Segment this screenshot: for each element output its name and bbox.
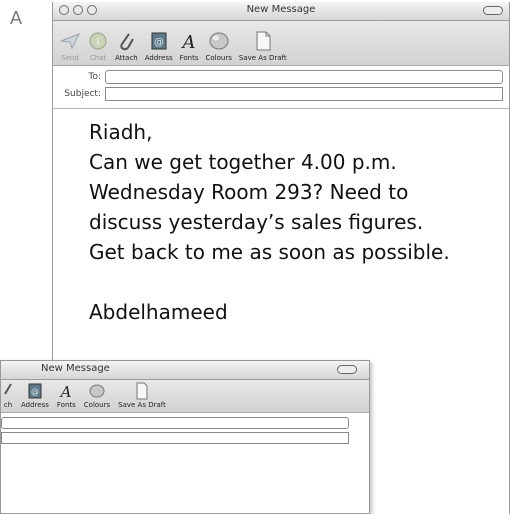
back-header-fields xyxy=(1,413,369,444)
back-colours-label: Colours xyxy=(83,401,111,409)
figure-label: A xyxy=(10,8,23,28)
to-label: To: xyxy=(88,72,101,82)
toolbar: Send i Chat Attach @ Address A Fonts Col… xyxy=(53,21,509,66)
body-line: Can we get together 4.00 p.m. xyxy=(89,150,397,174)
save-as-draft-button[interactable]: Save As Draft xyxy=(237,29,289,65)
subject-field[interactable] xyxy=(105,87,503,101)
back-to-field[interactable] xyxy=(1,417,349,429)
back-message-window: New Message ch @ Address A Fonts Colours… xyxy=(0,360,370,514)
back-toolbar-toggle-button[interactable] xyxy=(337,365,357,374)
address-book-icon: @ xyxy=(151,32,167,50)
back-save-as-draft-button[interactable]: Save As Draft xyxy=(116,382,168,412)
header-fields: To: Subject: xyxy=(53,66,509,106)
chat-label: Chat xyxy=(89,54,107,62)
signature-line: Abdelhameed xyxy=(89,300,228,324)
back-attach-label: ch xyxy=(3,401,13,409)
send-icon xyxy=(60,33,81,50)
svg-text:@: @ xyxy=(154,37,164,48)
back-address-button[interactable]: @ Address xyxy=(19,382,51,412)
body-line: Wednesday Room 293? Need to xyxy=(89,180,409,204)
colours-button[interactable]: Colours xyxy=(204,29,234,65)
chat-icon: i xyxy=(89,32,107,50)
back-attach-button[interactable]: ch xyxy=(1,382,15,412)
paperclip-icon xyxy=(120,33,135,51)
fonts-icon: A xyxy=(181,32,196,51)
fonts-label: Fonts xyxy=(179,54,199,62)
to-row: To: xyxy=(59,70,503,84)
message-body[interactable]: Riadh, Can we get together 4.00 p.m. Wed… xyxy=(53,108,509,327)
back-fonts-button[interactable]: A Fonts xyxy=(55,382,78,412)
draft-icon xyxy=(256,31,271,51)
back-address-label: Address xyxy=(21,401,49,409)
back-save-as-draft-label: Save As Draft xyxy=(118,401,166,409)
send-label: Send xyxy=(61,54,79,62)
attach-button[interactable]: Attach xyxy=(113,29,140,65)
subject-label: Subject: xyxy=(64,89,101,99)
chat-button[interactable]: i Chat xyxy=(86,29,110,65)
back-title-bar: New Message xyxy=(1,361,369,380)
svg-text:A: A xyxy=(59,383,72,399)
greeting-line: Riadh, xyxy=(89,120,153,144)
address-label: Address xyxy=(144,54,173,62)
svg-text:A: A xyxy=(181,32,196,51)
window-title: New Message xyxy=(246,4,316,15)
to-field[interactable] xyxy=(105,70,503,84)
colours-icon xyxy=(89,384,105,398)
fonts-icon: A xyxy=(59,383,72,399)
back-colours-button[interactable]: Colours xyxy=(82,382,112,412)
toolbar-toggle-button[interactable] xyxy=(483,6,503,15)
attach-label: Attach xyxy=(115,54,138,62)
attach-partial-icon xyxy=(4,383,12,395)
back-toolbar: ch @ Address A Fonts Colours Save As Dra… xyxy=(1,380,369,413)
send-button[interactable]: Send xyxy=(57,29,83,65)
save-as-draft-label: Save As Draft xyxy=(238,54,287,62)
colours-icon xyxy=(209,32,229,50)
body-line: discuss yesterday’s sales figures. xyxy=(89,210,424,234)
address-button[interactable]: @ Address xyxy=(143,29,175,65)
back-window-title: New Message xyxy=(41,363,110,374)
back-subject-field[interactable] xyxy=(1,432,349,444)
colours-label: Colours xyxy=(205,54,232,62)
svg-text:i: i xyxy=(97,37,100,48)
subject-row: Subject: xyxy=(59,87,503,101)
fonts-button[interactable]: A Fonts xyxy=(178,29,201,65)
title-bar: New Message xyxy=(53,2,509,21)
back-fonts-label: Fonts xyxy=(56,401,76,409)
body-line: Get back to me as soon as possible. xyxy=(89,240,450,264)
svg-text:@: @ xyxy=(31,387,39,396)
address-book-icon: @ xyxy=(28,383,42,399)
draft-icon xyxy=(136,382,148,400)
